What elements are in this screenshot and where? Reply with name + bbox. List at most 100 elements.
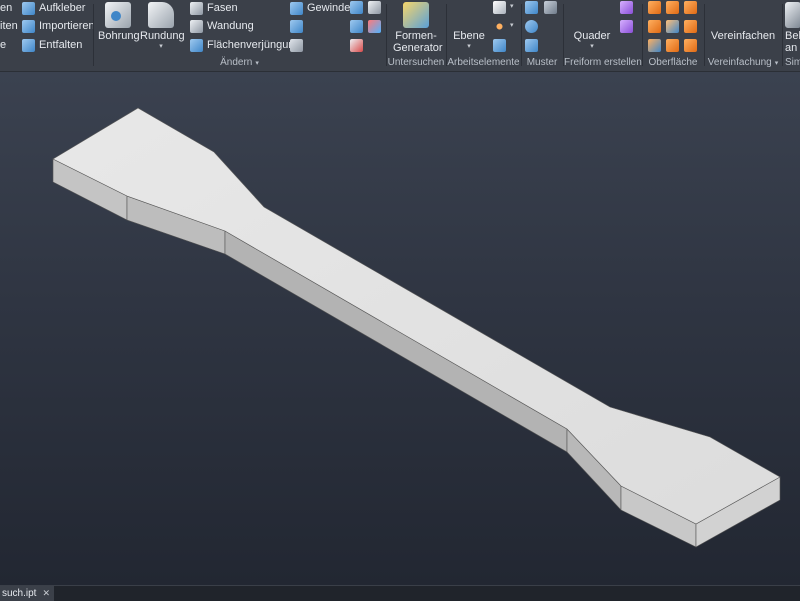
importieren-label: Importieren [39,20,95,32]
formen-generator-label-2: Generator [393,42,443,54]
bohrung-label: Bohrung [98,30,140,42]
muster-group-label: Muster [526,57,558,68]
rundung-dropdown-icon[interactable]: ▾ [140,42,182,50]
ebene-dropdown-icon[interactable]: ▾ [451,42,487,50]
surface-sculpt-icon[interactable] [648,39,661,52]
vereinfachen-button[interactable]: Vereinfachen [709,2,777,42]
freeform-face-icon[interactable] [620,1,633,14]
fasen-button[interactable]: Fasen [190,0,238,16]
circular-pattern-icon[interactable] [525,20,538,33]
document-tab-bar: such.ipt ✕ [0,585,800,601]
graphics-viewport[interactable] [0,72,800,585]
work-point-icon[interactable] [493,20,506,33]
specimen-side-gauge [224,230,568,453]
arbeitselemente-group-label: Arbeitselemente [447,57,520,68]
draft-icon [190,38,203,52]
replace-face-icon[interactable] [368,20,381,33]
vereinfachung-group-label[interactable]: Vereinfachung ▾ [705,57,781,68]
freiform-group-label: Freiform erstellen [564,57,642,68]
sim-group-label: Sim [785,57,800,68]
entfalten-button[interactable]: Entfalten [22,37,82,53]
work-point-dropdown-icon[interactable]: ▾ [510,21,514,29]
move-face-icon[interactable] [368,1,381,14]
tensile-specimen-model[interactable] [0,72,800,585]
wandung-button[interactable]: Wandung [190,18,254,34]
ucs-icon[interactable] [493,39,506,52]
hole-icon [105,2,131,28]
bohrung-button[interactable]: Bohrung [98,2,140,42]
aufkleber-label: Aufkleber [39,2,86,14]
delete-face-icon[interactable] [350,39,363,52]
surface-stitch-icon[interactable] [648,1,661,14]
ribbon-group-arbeitselemente: Ebene ▾ ▾ ▾ Arbeitselemente [447,0,520,71]
quader-label: Quader [573,30,611,42]
surface-trim-icon[interactable] [684,1,697,14]
close-icon[interactable]: ✕ [42,588,50,599]
mirror-icon[interactable] [544,1,557,14]
ribbon-group-aendern: Bohrung Rundung ▾ Fasen Wandung Flächenv… [94,0,385,71]
ribbon-item-cut-1[interactable]: en [0,0,12,16]
flaechenverjuengung-button[interactable]: Flächenverjüngung [190,37,301,53]
oberflaeche-group-label: Oberfläche [648,57,698,68]
gewinde-label: Gewinde [307,2,351,14]
ebene-label: Ebene [453,30,485,42]
formen-generator-label-1: Formen- [395,30,437,42]
sketch-pattern-icon[interactable] [525,39,538,52]
combine-icon[interactable] [290,39,303,52]
ribbon-group-vereinfachung: Vereinfachen Vereinfachung ▾ [705,0,781,71]
formen-generator-button[interactable]: Formen- Generator [393,2,443,54]
ribbon-item-cut-2-label: iten [0,20,18,32]
work-axis-icon[interactable] [493,1,506,14]
ribbon-item-cut-2[interactable]: iten [0,18,18,34]
surface-replace-icon[interactable] [666,39,679,52]
vereinfachen-label: Vereinfachen [710,30,776,42]
quader-dropdown-icon[interactable]: ▾ [572,42,612,50]
ribbon-item-cut-3[interactable]: e [0,37,6,53]
surface-patch-icon[interactable] [666,1,679,14]
surface-extend-icon[interactable] [648,20,661,33]
gewinde-button[interactable]: Gewinde [290,0,350,16]
work-axis-dropdown-icon[interactable]: ▾ [510,2,514,10]
shape-generator-icon [403,2,429,28]
ribbon-group-oberflaeche: Oberfläche [643,0,703,71]
fasen-label: Fasen [207,2,238,14]
specimen-top-face [52,107,781,525]
rundung-button[interactable]: Rundung ▾ [140,2,185,50]
bela-label-2: an [785,42,798,54]
ribbon-group-cutoff: en iten e [0,0,18,71]
thread-icon [290,1,303,15]
ribbon-group-untersuchen: Formen- Generator Untersuchen [387,0,445,71]
surface-boundary-icon[interactable] [684,20,697,33]
document-tab[interactable]: such.ipt ✕ [0,586,55,601]
surface-repair-icon[interactable] [684,39,697,52]
ribbon-group-sim: Bela an Sim [783,0,800,71]
work-plane-icon [456,2,482,28]
split-icon[interactable] [290,20,303,33]
surface-ruled-icon[interactable] [666,20,679,33]
ribbon-group-freiform: Quader ▾ Freiform erstellen [564,0,642,71]
freeform-convert-icon[interactable] [620,20,633,33]
belastung-button[interactable]: Bela an [785,2,800,54]
quader-button[interactable]: Quader ▾ [572,2,612,50]
import-icon [22,19,35,33]
simplify-icon [730,2,756,28]
untersuchen-group-label: Untersuchen [387,57,445,68]
ribbon-item-cut-1-label: en [0,2,13,14]
unfold-icon [22,38,35,52]
document-tab-name: such.ipt [2,588,37,599]
ribbon-item-cut-3-label: e [0,39,7,51]
aufkleber-button[interactable]: Aufkleber [22,0,85,16]
ribbon-group-create: Aufkleber Importieren Entfalten [20,0,95,71]
ebene-button[interactable]: Ebene ▾ [451,2,487,50]
flaechenverjuengung-label: Flächenverjüngung [207,39,301,51]
aendern-group-label[interactable]: Ändern ▾ [94,57,385,68]
freeform-box-icon [579,2,605,28]
rectangular-pattern-icon[interactable] [525,1,538,14]
chamfer-icon [190,1,203,15]
ribbon: en iten e Aufkleber Importieren Entfalte… [0,0,800,72]
shell-icon [190,19,203,33]
ribbon-group-muster: Muster [522,0,562,71]
importieren-button[interactable]: Importieren [22,18,95,34]
direct-edit-icon[interactable] [350,1,363,14]
thicken-icon[interactable] [350,20,363,33]
